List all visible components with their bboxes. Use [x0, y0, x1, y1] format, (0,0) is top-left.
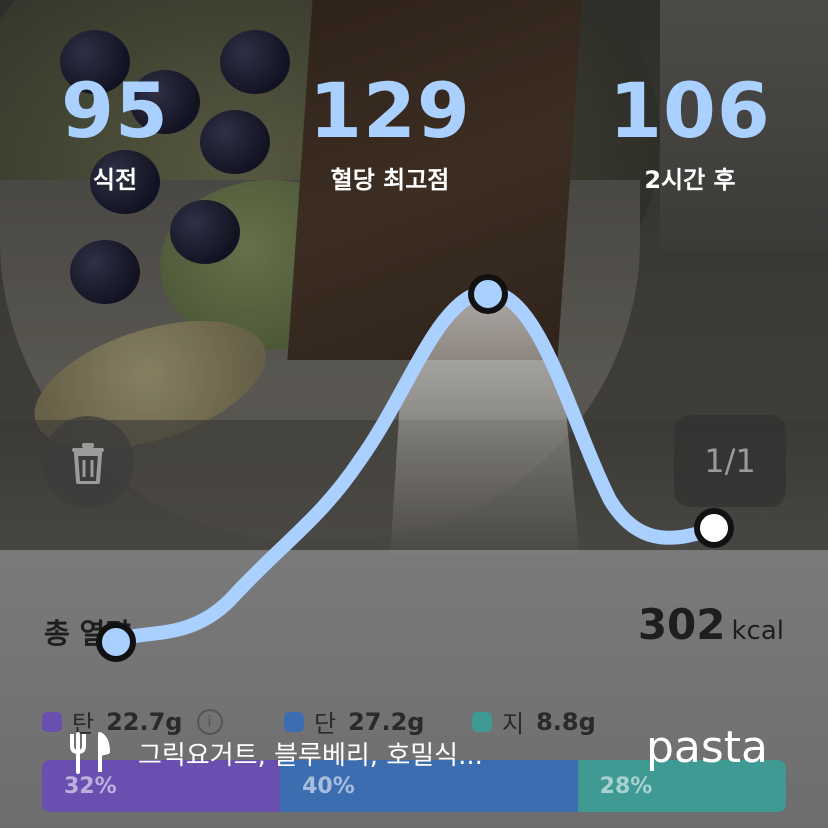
food-caption: 그릭요거트, 블루베리, 호밀식... [66, 732, 483, 774]
utensils-icon [70, 732, 110, 774]
carb-swatch [42, 711, 62, 732]
stat-peak: 129 혈당 최고점 [270, 70, 510, 195]
photo-pager[interactable]: 1/1 [674, 415, 786, 507]
stat-label: 2시간 후 [644, 166, 736, 194]
stat-two-hours-after: 106 2시간 후 [570, 70, 810, 195]
protein-swatch [284, 711, 304, 732]
stat-value: 129 [309, 66, 471, 155]
macro-name: 지 [502, 710, 525, 738]
info-icon[interactable]: i [196, 708, 223, 735]
stat-label: 혈당 최고점 [330, 166, 450, 194]
stat-before-meal: 95 식전 [0, 70, 235, 195]
food-name: 그릭요거트, 블루베리, 호밀식... [138, 740, 483, 771]
stat-label: 식전 [92, 166, 138, 194]
trash-icon [72, 443, 104, 484]
calories-number: 302 [637, 600, 726, 649]
macro-value: 8.8g [536, 707, 596, 736]
stat-value: 106 [609, 66, 771, 155]
calories-value: 302 kcal [638, 600, 784, 649]
stat-value: 95 [61, 66, 169, 155]
calories-unit: kcal [731, 616, 784, 646]
delete-button[interactable] [42, 416, 134, 508]
calories-label: 총 열량 [44, 617, 132, 650]
brand-logo: pasta [645, 722, 768, 773]
fat-swatch [472, 711, 492, 732]
macro-fat: 지 8.8g [472, 704, 596, 739]
